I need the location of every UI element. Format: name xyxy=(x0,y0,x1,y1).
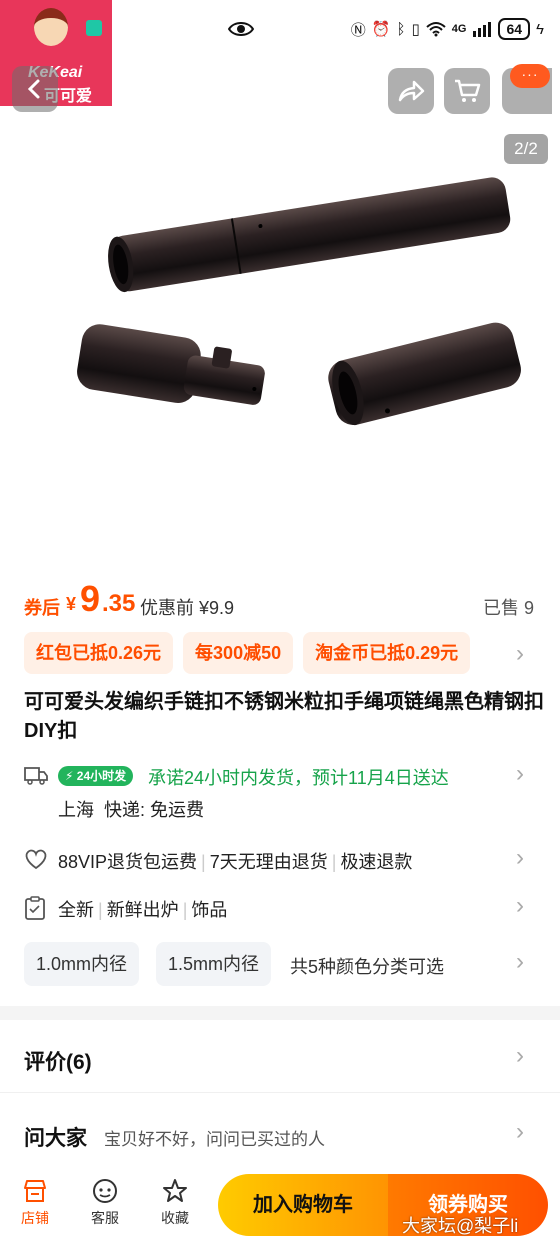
price-integer: 9 xyxy=(80,578,101,619)
original-price: 优惠前 ¥9.9 xyxy=(140,598,235,618)
favorite-label: 收藏 xyxy=(161,1210,189,1226)
nfc-icon: Ⓝ xyxy=(350,21,366,39)
gallery-page-indicator: 2/2 xyxy=(504,134,548,164)
ship-origin-city: 上海 xyxy=(58,800,94,820)
wifi-icon xyxy=(426,22,446,37)
price-decimal: .35 xyxy=(102,590,136,617)
cart-icon xyxy=(455,79,481,102)
service-tab[interactable]: 客服 xyxy=(80,1178,130,1228)
product-title: 可可爱头发编织手链扣不锈钢米粒扣手绳项链绳黑色精钢扣DIY扣 xyxy=(24,691,544,742)
favorite-tab[interactable]: 收藏 xyxy=(150,1178,200,1228)
network-label: 4G xyxy=(451,23,467,35)
shop-label: 店铺 xyxy=(21,1210,49,1226)
price-currency: ¥ xyxy=(66,594,77,614)
watermark: 大家坛@梨子li xyxy=(402,1216,519,1236)
section-divider xyxy=(0,1006,560,1020)
service-label: 客服 xyxy=(91,1210,119,1226)
battery-level: 64 xyxy=(498,18,531,40)
coupon-taojinbi[interactable]: 淘金币已抵0.29元 xyxy=(303,632,471,674)
qa-title[interactable]: 问大家 xyxy=(24,1122,87,1152)
status-icons: Ⓝ ⏰ ᛒ ▯ 4G 64 ϟ xyxy=(351,18,544,40)
ship-origin: 上海 快递: 免运费 xyxy=(58,796,204,822)
qa-subtitle: 宝贝好不好，问问已买过的人 xyxy=(104,1130,325,1149)
divider: | xyxy=(331,852,337,872)
heart-shield-icon xyxy=(25,849,47,870)
shipping-row[interactable]: ⚡ 24小时发 承诺24小时内发货，预计11月4日送达 上海 快递: 免运费 › xyxy=(24,760,540,822)
customer-service-icon xyxy=(93,1179,117,1203)
divider: | xyxy=(98,900,103,920)
attributes-row[interactable]: 全新 | 新鲜出炉 | 饰品 › xyxy=(24,892,540,924)
truck-icon xyxy=(24,767,48,785)
chevron-left-icon xyxy=(27,79,40,99)
sku-option-1-5mm[interactable]: 1.5mm内径 xyxy=(156,942,272,986)
mascot-icon xyxy=(34,8,68,46)
sold-count: 已售 9 xyxy=(482,598,534,618)
vibrate-icon: ▯ xyxy=(411,21,420,38)
chevron-right-icon[interactable]: › xyxy=(516,844,524,872)
sku-option-1mm[interactable]: 1.0mm内径 xyxy=(24,942,140,986)
sku-row[interactable]: 1.0mm内径 1.5mm内径 共5种颜色分类可选 › xyxy=(24,942,540,986)
attr-category: 饰品 xyxy=(191,900,228,920)
attr-condition: 全新 xyxy=(58,900,94,920)
eye-icon xyxy=(228,22,254,36)
24h-ship-label: 24小时发 xyxy=(76,769,127,783)
divider: | xyxy=(201,852,206,872)
reviews-title[interactable]: 评价(6) xyxy=(24,1046,92,1076)
bluetooth-icon: ᛒ xyxy=(396,20,406,38)
shop-tab[interactable]: 店铺 xyxy=(10,1178,60,1228)
charging-icon: ϟ xyxy=(536,20,544,38)
ship-promise: 承诺24小时内发货，预计11月4日送达 xyxy=(148,768,449,788)
clipboard-icon xyxy=(25,896,45,920)
coupon-red-packet[interactable]: 红包已抵0.26元 xyxy=(24,632,174,674)
service-88vip: 88VIP退货包运费 xyxy=(58,852,198,872)
attr-fresh: 新鲜出炉 xyxy=(106,900,179,920)
service-refund: 极速退款 xyxy=(340,852,413,872)
price-row: 券后 ¥ 9 .35 优惠前 ¥9.9 已售 9 xyxy=(24,578,540,624)
sku-summary: 共5种颜色分类可选 xyxy=(290,957,445,977)
service-items: 88VIP退货包运费 | 7天无理由退货 | 极速退款 xyxy=(58,848,412,874)
coupon-strip[interactable]: 红包已抵0.26元 每300减50 淘金币已抵0.29元 xyxy=(24,632,540,676)
chevron-right-icon[interactable]: › xyxy=(516,760,524,788)
price-label: 券后 xyxy=(24,598,60,618)
app-badge-icon xyxy=(86,20,102,36)
share-icon xyxy=(398,80,425,102)
product-image[interactable] xyxy=(0,106,560,576)
divider: | xyxy=(182,900,188,920)
24h-ship-badge: ⚡ 24小时发 xyxy=(58,766,134,786)
service-7day: 7天无理由退货 xyxy=(209,852,328,872)
ship-express: 快递: 免运费 xyxy=(104,800,205,820)
row-divider xyxy=(0,1092,560,1093)
attribute-items: 全新 | 新鲜出炉 | 饰品 xyxy=(58,896,227,922)
shop-icon xyxy=(24,1180,46,1202)
more-dots-icon[interactable]: ··· xyxy=(510,64,550,88)
chevron-right-icon[interactable]: › xyxy=(516,1042,524,1070)
service-row[interactable]: 88VIP退货包运费 | 7天无理由退货 | 极速退款 › xyxy=(24,844,540,876)
chevron-right-icon[interactable]: › xyxy=(516,892,524,920)
chevron-right-icon[interactable]: › xyxy=(516,948,524,976)
chevron-right-icon[interactable]: › xyxy=(516,1118,524,1146)
signal-icon xyxy=(473,22,492,37)
alarm-icon: ⏰ xyxy=(371,21,391,38)
add-to-cart-button[interactable]: 加入购物车 xyxy=(218,1174,388,1236)
coupon-discount[interactable]: 每300减50 xyxy=(183,632,294,674)
chevron-right-icon[interactable]: › xyxy=(516,640,524,668)
star-icon xyxy=(163,1179,187,1202)
